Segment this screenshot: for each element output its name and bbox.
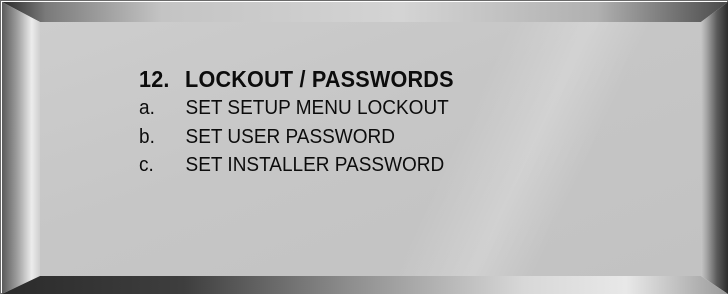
option-letter: c. [139, 154, 154, 176]
menu-options: a. SET SETUP MENU LOCKOUT b. SET USER PASS… [139, 94, 474, 180]
display-frame: 12. LOCKOUT / PASSWORDS a. SET SETUP MENU … [0, 0, 728, 294]
bezel-right [701, 2, 728, 294]
menu-title: 12. LOCKOUT / PASSWORDS [139, 64, 454, 94]
option-letter: b. [139, 125, 155, 148]
option-label: SET SETUP MENU LOCKOUT [185, 97, 449, 119]
option-label: SET USER PASSWORD [185, 125, 395, 148]
menu-number: 12. [139, 66, 170, 92]
option-letter: a. [139, 97, 155, 119]
option-label: SET INSTALLER PASSWORD [185, 154, 445, 176]
menu-option-setup-menu-lockout[interactable]: a. SET SETUP MENU LOCKOUT [139, 94, 457, 123]
lcd-screen: 12. LOCKOUT / PASSWORDS a. SET SETUP MENU … [40, 22, 701, 276]
menu-title-text: LOCKOUT / PASSWORDS [185, 66, 454, 92]
bezel-left [2, 2, 40, 294]
bezel-top [2, 2, 728, 22]
menu-option-user-password[interactable]: b. SET USER PASSWORD [139, 123, 457, 152]
lockout-passwords-menu: 12. LOCKOUT / PASSWORDS a. SET SETUP MENU … [139, 64, 474, 180]
menu-option-installer-password[interactable]: c. SET INSTALLER PASSWORD [139, 151, 457, 180]
bezel-bottom [2, 276, 728, 294]
